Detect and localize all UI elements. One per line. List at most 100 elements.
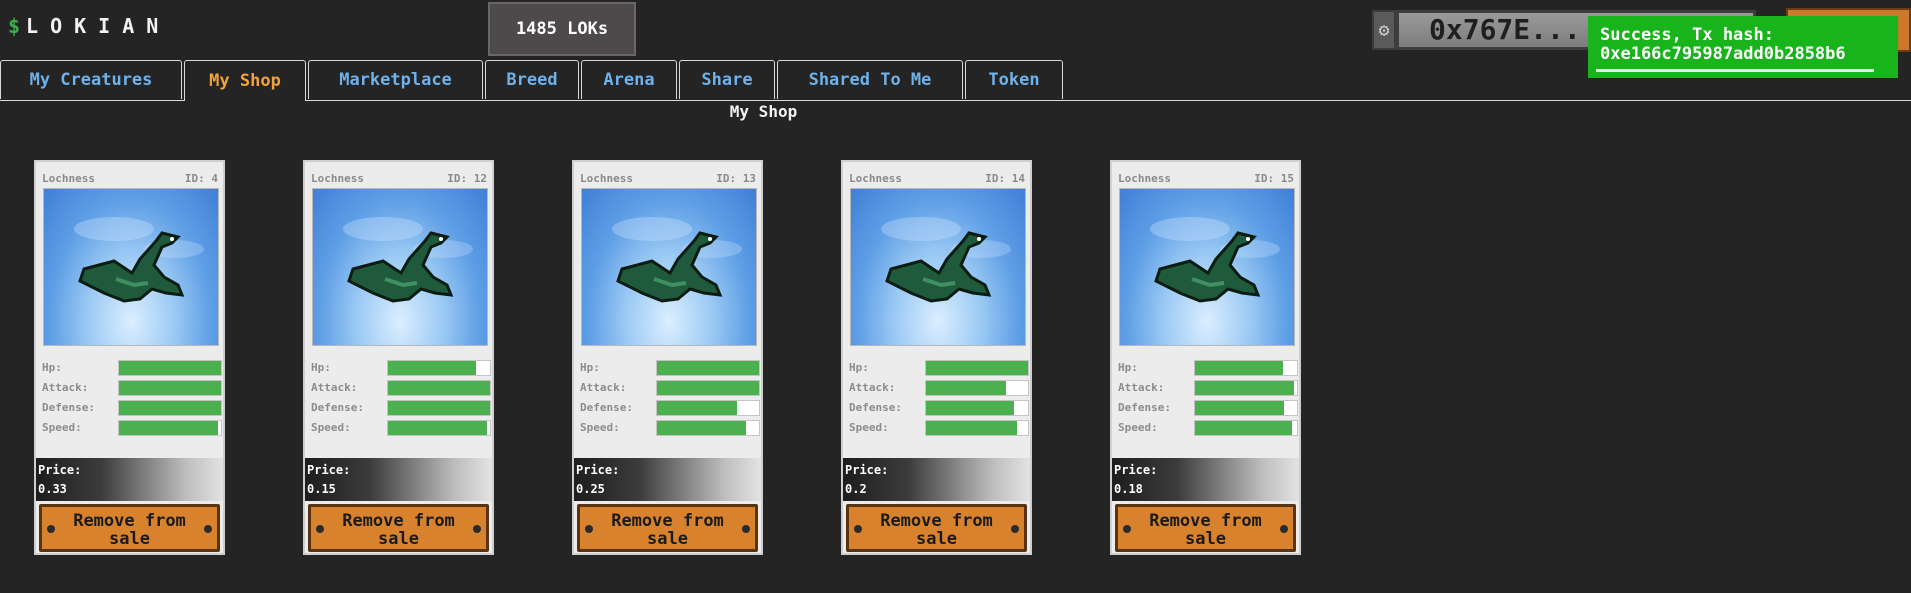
bolt-icon xyxy=(1011,525,1019,533)
stat-label-speed: Speed: xyxy=(580,421,620,434)
speed-bar xyxy=(925,420,1029,436)
creature-name: Lochness xyxy=(1118,172,1171,185)
creature-image[interactable] xyxy=(312,188,488,346)
stat-label-attack: Attack: xyxy=(580,381,627,394)
hp-bar xyxy=(656,360,760,376)
stat-label-speed: Speed: xyxy=(1118,421,1158,434)
remove-from-sale-label: Remove from sale xyxy=(1149,510,1262,549)
defense-bar-fill xyxy=(388,401,490,415)
hp-bar xyxy=(118,360,222,376)
creature-id: ID: 13 xyxy=(716,172,756,185)
creature-card[interactable]: Lochness ID: 12 Hp: Attack: Defense: Speed: Pr… xyxy=(303,160,494,555)
bolt-icon xyxy=(1123,525,1131,533)
stat-row-speed: Speed: xyxy=(849,419,1029,438)
bolt-icon xyxy=(854,525,862,533)
price-label: Price: xyxy=(38,463,82,477)
remove-from-sale-label: Remove from sale xyxy=(73,510,186,549)
speed-bar-fill xyxy=(657,421,746,435)
price-value: 0.25 xyxy=(576,482,605,496)
creature-id: ID: 15 xyxy=(1254,172,1294,185)
creature-image[interactable] xyxy=(1119,188,1295,346)
creature-image[interactable] xyxy=(850,188,1026,346)
stat-label-attack: Attack: xyxy=(42,381,89,394)
defense-bar-fill xyxy=(119,401,221,415)
app-logo[interactable]: $LOKIAN xyxy=(8,14,170,38)
attack-bar xyxy=(656,380,760,396)
card-header: Lochness ID: 13 xyxy=(580,172,756,186)
stat-label-hp: Hp: xyxy=(580,361,600,374)
price-box: Price: 0.33 xyxy=(36,458,223,501)
stat-row-attack: Attack: xyxy=(1118,379,1298,398)
price-label: Price: xyxy=(576,463,620,477)
attack-bar xyxy=(1194,380,1298,396)
price-box: Price: 0.25 xyxy=(574,458,761,501)
creature-name: Lochness xyxy=(580,172,633,185)
creature-stats: Hp: Attack: Defense: Speed: xyxy=(580,359,760,439)
remove-from-sale-button[interactable]: Remove from sale xyxy=(39,504,220,552)
price-label: Price: xyxy=(307,463,351,477)
remove-from-sale-button[interactable]: Remove from sale xyxy=(846,504,1027,552)
stat-label-attack: Attack: xyxy=(849,381,896,394)
tab-arena[interactable]: Arena xyxy=(581,60,677,99)
creature-card[interactable]: Lochness ID: 13 Hp: Attack: Defense: Speed: Pr… xyxy=(572,160,763,555)
tab-token[interactable]: Token xyxy=(965,60,1063,99)
creature-card[interactable]: Lochness ID: 4 Hp: Attack: Defense: Speed: Pri… xyxy=(34,160,225,555)
attack-bar xyxy=(118,380,222,396)
defense-bar xyxy=(118,400,222,416)
stat-row-attack: Attack: xyxy=(311,379,491,398)
card-header: Lochness ID: 12 xyxy=(311,172,487,186)
price-box: Price: 0.2 xyxy=(843,458,1030,501)
remove-from-sale-button[interactable]: Remove from sale xyxy=(1115,504,1296,552)
stat-label-hp: Hp: xyxy=(311,361,331,374)
price-value: 0.33 xyxy=(38,482,67,496)
creature-name: Lochness xyxy=(311,172,364,185)
stat-row-hp: Hp: xyxy=(311,359,491,378)
stat-label-defense: Defense: xyxy=(42,401,95,414)
stat-row-attack: Attack: xyxy=(580,379,760,398)
speed-bar xyxy=(118,420,222,436)
speed-bar-fill xyxy=(388,421,487,435)
stat-row-hp: Hp: xyxy=(1118,359,1298,378)
stat-label-attack: Attack: xyxy=(1118,381,1165,394)
defense-bar xyxy=(656,400,760,416)
creature-image[interactable] xyxy=(43,188,219,346)
speed-bar-fill xyxy=(926,421,1017,435)
tab-my-creatures[interactable]: My Creatures xyxy=(0,60,182,99)
bolt-icon xyxy=(473,525,481,533)
stat-label-defense: Defense: xyxy=(1118,401,1171,414)
tab-marketplace[interactable]: Marketplace xyxy=(308,60,483,99)
stat-row-speed: Speed: xyxy=(580,419,760,438)
tab-breed[interactable]: Breed xyxy=(485,60,579,99)
creature-card[interactable]: Lochness ID: 14 Hp: Attack: Defense: Speed: Pr… xyxy=(841,160,1032,555)
stat-row-attack: Attack: xyxy=(849,379,1029,398)
creature-stats: Hp: Attack: Defense: Speed: xyxy=(42,359,222,439)
remove-from-sale-button[interactable]: Remove from sale xyxy=(577,504,758,552)
creature-name: Lochness xyxy=(42,172,95,185)
creature-card[interactable]: Lochness ID: 15 Hp: Attack: Defense: Speed: Pr… xyxy=(1110,160,1301,555)
creature-id: ID: 14 xyxy=(985,172,1025,185)
stat-label-defense: Defense: xyxy=(849,401,902,414)
tab-shared-to-me[interactable]: Shared To Me xyxy=(777,60,963,99)
remove-from-sale-button[interactable]: Remove from sale xyxy=(308,504,489,552)
tab-share[interactable]: Share xyxy=(679,60,775,99)
hp-bar xyxy=(1194,360,1298,376)
hp-bar-fill xyxy=(119,361,221,375)
stat-row-attack: Attack: xyxy=(42,379,222,398)
creature-id: ID: 4 xyxy=(184,172,218,185)
speed-bar xyxy=(1194,420,1298,436)
attack-bar-fill xyxy=(388,381,490,395)
remove-from-sale-label: Remove from sale xyxy=(880,510,993,549)
attack-bar-fill xyxy=(119,381,221,395)
stat-label-hp: Hp: xyxy=(42,361,62,374)
stat-row-hp: Hp: xyxy=(849,359,1029,378)
price-box: Price: 0.18 xyxy=(1112,458,1299,501)
remove-from-sale-label: Remove from sale xyxy=(342,510,455,549)
hp-bar-fill xyxy=(657,361,759,375)
toast-message: Success, Tx hash: 0xe166c795987add0b2858b… xyxy=(1600,25,1846,64)
token-balance-button[interactable]: 1485 LOKs xyxy=(488,2,636,56)
bolt-icon xyxy=(204,525,212,533)
tab-my-shop[interactable]: My Shop xyxy=(184,60,306,101)
card-header: Lochness ID: 14 xyxy=(849,172,1025,186)
gear-icon[interactable]: ⚙ xyxy=(1372,10,1396,50)
creature-image[interactable] xyxy=(581,188,757,346)
